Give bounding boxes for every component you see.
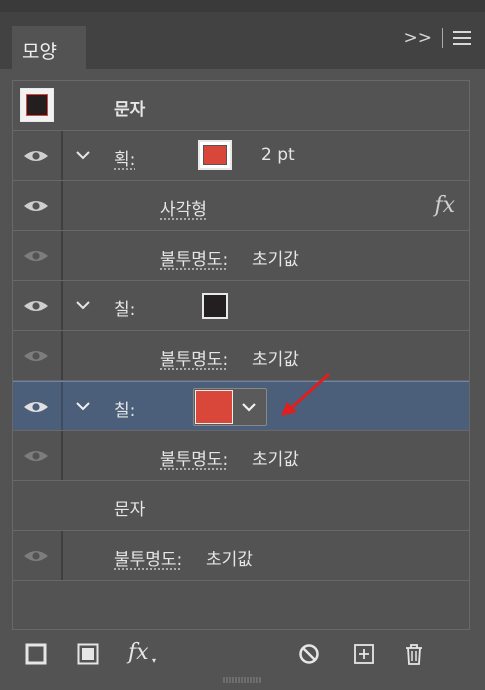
column-divider	[61, 382, 63, 430]
chevron-down-icon[interactable]	[241, 401, 257, 413]
fill-row[interactable]: 칠:	[13, 281, 469, 331]
column-divider	[61, 531, 63, 580]
panel-menu-icon[interactable]	[453, 31, 471, 45]
clear-appearance-icon[interactable]	[298, 643, 320, 665]
eye-icon[interactable]	[23, 298, 49, 314]
opacity-label[interactable]: 불투명도:	[160, 445, 228, 470]
appearance-panel: 문자 획: 2 pt 사각형 fx 불투명도: 초기값 칠: 불투명도: 초기값…	[12, 80, 470, 630]
opacity-value: 초기값	[206, 550, 253, 570]
fill-row-selected[interactable]: 칠:	[13, 372, 469, 431]
chevron-down-icon[interactable]	[75, 147, 91, 163]
eye-icon[interactable]	[23, 399, 49, 415]
fill-color-dropdown[interactable]	[193, 388, 267, 426]
tab-label: 모양	[22, 41, 57, 63]
fill-color-swatch[interactable]	[202, 293, 228, 319]
panel-tab-bar: 모양 >>	[0, 12, 485, 81]
eye-icon[interactable]	[23, 348, 49, 364]
opacity-label[interactable]: 불투명도:	[160, 245, 228, 270]
fx-dropdown-icon[interactable]: ▾	[152, 656, 156, 665]
column-divider	[61, 231, 63, 280]
fill-color-swatch[interactable]	[195, 390, 233, 424]
fill-opacity-row[interactable]: 불투명도: 초기값	[13, 431, 469, 481]
eye-icon[interactable]	[23, 148, 49, 164]
fx-icon[interactable]: fx	[128, 640, 149, 665]
opacity-value: 초기값	[252, 250, 299, 270]
fx-icon[interactable]: fx	[434, 193, 455, 218]
chevron-down-icon[interactable]	[75, 297, 91, 313]
stroke-row[interactable]: 획: 2 pt	[13, 131, 469, 181]
tab-appearance[interactable]: 모양	[12, 26, 86, 81]
header-row: 문자	[13, 81, 469, 131]
fill-opacity-row[interactable]: 불투명도: 초기값	[13, 331, 469, 381]
characters-label: 문자	[114, 500, 146, 520]
column-divider	[61, 181, 63, 230]
stroke-weight[interactable]: 2 pt	[261, 145, 295, 165]
stroke-label[interactable]: 획:	[114, 145, 135, 170]
delete-item-icon[interactable]	[403, 643, 425, 665]
column-divider	[61, 131, 63, 180]
opacity-label[interactable]: 불투명도:	[160, 345, 228, 370]
red-arrow-annotation	[281, 372, 331, 416]
opacity-value: 초기값	[252, 450, 299, 470]
item-thumbnail	[20, 88, 54, 122]
resize-grip[interactable]	[222, 676, 262, 684]
divider	[442, 28, 443, 48]
eye-icon[interactable]	[23, 448, 49, 464]
effect-row[interactable]: 사각형 fx	[13, 181, 469, 231]
new-fill-icon[interactable]	[77, 643, 99, 665]
column-divider	[61, 331, 63, 380]
eye-icon[interactable]	[23, 198, 49, 214]
stroke-opacity-row[interactable]: 불투명도: 초기값	[13, 231, 469, 281]
new-stroke-icon[interactable]	[25, 643, 47, 665]
opacity-label[interactable]: 불투명도:	[114, 545, 182, 570]
eye-icon[interactable]	[23, 548, 49, 564]
stroke-color-swatch[interactable]	[198, 140, 232, 170]
header-title: 문자	[114, 100, 146, 120]
column-divider	[61, 431, 63, 480]
eye-icon[interactable]	[23, 248, 49, 264]
fill-label: 칠:	[114, 401, 136, 421]
duplicate-item-icon[interactable]	[353, 643, 375, 665]
opacity-value: 초기값	[252, 350, 299, 370]
expand-panel-icon[interactable]: >>	[404, 28, 433, 48]
chevron-down-icon[interactable]	[75, 398, 91, 414]
object-opacity-row[interactable]: 불투명도: 초기값	[13, 531, 469, 581]
window-top-bar	[0, 0, 485, 12]
fill-label: 칠:	[114, 300, 136, 320]
effect-label[interactable]: 사각형	[160, 195, 207, 220]
characters-row[interactable]: 문자	[13, 481, 469, 531]
column-divider	[61, 281, 63, 330]
